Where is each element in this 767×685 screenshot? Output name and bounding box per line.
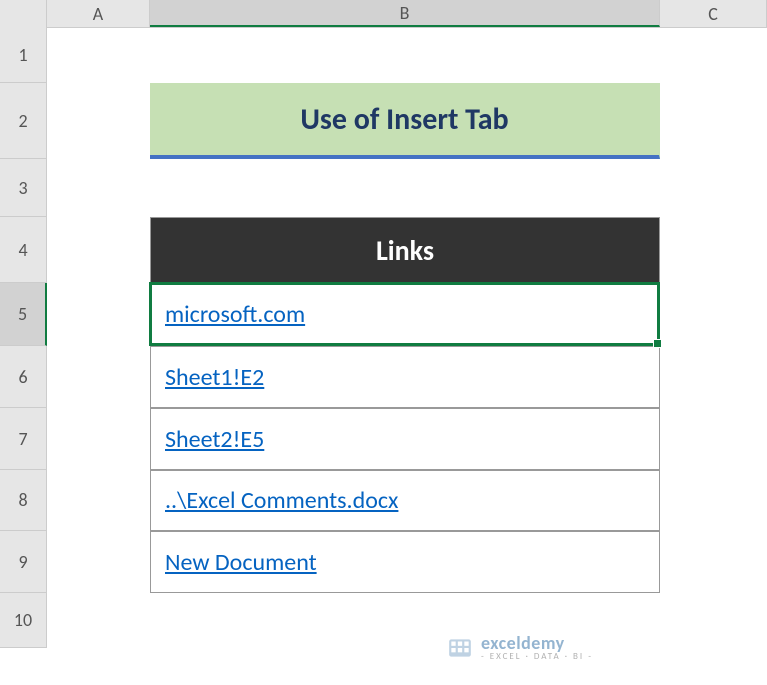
cell-C9[interactable]	[660, 531, 767, 593]
cell-C3[interactable]	[660, 159, 767, 217]
cell-A2[interactable]	[47, 83, 150, 159]
cell-C6[interactable]	[660, 346, 767, 408]
cell-A1[interactable]	[47, 28, 150, 83]
cell-B7[interactable]: Sheet2!E5	[150, 408, 660, 470]
row-header-8[interactable]: 8	[0, 470, 47, 531]
watermark-sub: - EXCEL · DATA · BI -	[481, 652, 593, 661]
cell-B1[interactable]	[150, 28, 660, 83]
cell-A10[interactable]	[47, 593, 150, 648]
cell-A9[interactable]	[47, 531, 150, 593]
row-header-5[interactable]: 5	[0, 283, 47, 346]
row-header-1[interactable]: 1	[0, 28, 47, 83]
hyperlink-sheet1-e2[interactable]: Sheet1!E2	[165, 363, 264, 392]
cell-C1[interactable]	[660, 28, 767, 83]
cell-C5[interactable]	[660, 283, 767, 346]
cell-A6[interactable]	[47, 346, 150, 408]
cell-C2[interactable]	[660, 83, 767, 159]
cell-A8[interactable]	[47, 470, 150, 531]
cell-B5[interactable]: microsoft.com	[150, 283, 660, 346]
col-header-A[interactable]: A	[47, 0, 150, 27]
row-header-6[interactable]: 6	[0, 346, 47, 408]
cell-C10[interactable]	[660, 593, 767, 648]
title-banner[interactable]: Use of Insert Tab	[150, 83, 660, 159]
row-header-3[interactable]: 3	[0, 159, 47, 217]
spreadsheet-grid: A B C 1 2 Use of Insert Tab 3 4 Links 5 …	[0, 0, 767, 685]
cell-B6[interactable]: Sheet1!E2	[150, 346, 660, 408]
column-headers-row: A B C	[0, 0, 767, 28]
cell-A5[interactable]	[47, 283, 150, 346]
select-all-corner[interactable]	[0, 0, 47, 28]
cell-A3[interactable]	[47, 159, 150, 217]
cell-B3[interactable]	[150, 159, 660, 217]
cell-A7[interactable]	[47, 408, 150, 470]
row-header-9[interactable]: 9	[0, 531, 47, 593]
col-header-B[interactable]: B	[150, 0, 660, 27]
exceldemy-icon	[447, 635, 473, 661]
row-header-10[interactable]: 10	[0, 593, 47, 648]
hyperlink-microsoft[interactable]: microsoft.com	[165, 300, 305, 329]
cell-A4[interactable]	[47, 217, 150, 283]
watermark-main: exceldemy	[481, 634, 593, 652]
watermark: exceldemy - EXCEL · DATA · BI -	[447, 634, 593, 661]
hyperlink-new-document[interactable]: New Document	[165, 548, 317, 577]
table-header-links[interactable]: Links	[150, 217, 660, 283]
hyperlink-sheet2-e5[interactable]: Sheet2!E5	[165, 425, 264, 454]
hyperlink-excel-comments[interactable]: ..\Excel Comments.docx	[165, 486, 398, 515]
cell-B9[interactable]: New Document	[150, 531, 660, 593]
row-header-7[interactable]: 7	[0, 408, 47, 470]
cell-C4[interactable]	[660, 217, 767, 283]
cell-C7[interactable]	[660, 408, 767, 470]
row-header-4[interactable]: 4	[0, 217, 47, 283]
cell-B8[interactable]: ..\Excel Comments.docx	[150, 470, 660, 531]
cell-C8[interactable]	[660, 470, 767, 531]
row-header-2[interactable]: 2	[0, 83, 47, 159]
col-header-C[interactable]: C	[660, 0, 767, 27]
